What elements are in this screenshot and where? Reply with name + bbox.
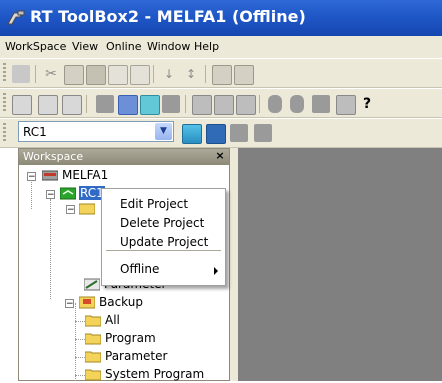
collapse-icon[interactable]: − [46,190,55,200]
standard-toolbar: ✂ ↓ ↕ [0,58,442,88]
menu-item-offline[interactable]: Offline [120,262,159,276]
panel-splitter[interactable] [230,148,238,381]
document-edit-icon[interactable] [234,65,254,85]
menu-item-update-project[interactable]: Update Project [120,235,208,249]
new-program-icon[interactable] [12,95,32,115]
tree-line [75,303,77,381]
online-icon[interactable] [206,124,226,144]
menu-workspace[interactable]: WorkSpace [5,40,66,53]
toolbar-grip[interactable] [3,63,6,83]
refresh-icon[interactable] [182,124,202,144]
menu-separator [106,250,221,251]
robot-controller-icon [60,187,76,200]
connect-icon[interactable] [230,124,248,142]
tree-label-backup-parameter: Parameter [105,349,168,363]
edit-program-icon[interactable] [38,95,58,115]
toolbar-separator [86,95,87,113]
operation-icon[interactable] [162,95,180,113]
disconnect-icon[interactable] [254,124,272,142]
menu-help[interactable]: Help [194,40,219,53]
close-icon[interactable]: × [213,149,227,164]
folder-icon [85,333,101,345]
toolbar-grip[interactable] [3,123,6,143]
tree-node-workspace[interactable]: − MELFA1 [25,168,215,184]
monitor-icon[interactable] [118,95,138,115]
page-icon[interactable] [108,65,128,85]
signal-monitor-icon[interactable] [140,95,160,115]
toolbar-separator [153,65,154,83]
workspace-header: Workspace × [19,149,229,165]
toolbar-grip[interactable] [3,93,6,113]
folder-icon [85,369,101,381]
collapse-icon[interactable]: − [27,172,36,182]
tree-node-robot[interactable]: − RC1 [41,186,105,202]
help-icon[interactable]: ? [358,95,376,113]
parameter-icon [84,278,100,291]
toolbar-separator [205,65,206,83]
menu-online[interactable]: Online [106,40,141,53]
tree-line [75,321,85,323]
submenu-arrow-icon [214,267,218,275]
chevron-down-icon[interactable]: ▼ [155,123,172,140]
collapse-icon[interactable]: − [66,205,75,215]
tree-line [75,339,85,341]
paste-icon[interactable] [86,65,106,85]
sort-ascending-icon[interactable]: ↓ [160,65,178,83]
tree-label-workspace: MELFA1 [62,168,109,182]
save-icon[interactable] [12,65,30,83]
tree-node-backup-parameter[interactable]: Parameter [85,349,205,365]
toolbar-separator [35,65,36,83]
tree-label-backup: Backup [99,295,143,309]
tree-line [75,357,85,359]
tree-node-backup-all[interactable]: All [85,313,205,329]
toolbar-separator [259,95,260,113]
toolbar-separator [185,95,186,113]
window-title: RT ToolBox2 - MELFA1 (Offline) [30,7,306,26]
workspace-icon [42,170,58,181]
program-list-icon[interactable] [62,95,82,115]
cascade-icon[interactable] [236,95,256,115]
tree-node-backup[interactable]: − Backup [63,295,183,311]
tile-horizontal-icon[interactable] [192,95,212,115]
menu-item-edit-project[interactable]: Edit Project [120,197,188,211]
image-icon[interactable] [130,65,150,85]
folder-icon [85,315,101,327]
tree-label-backup-program: Program [105,331,156,345]
menu-bar: WorkSpace View Online Window Help [0,36,442,58]
context-menu: Edit Project Delete Project Update Proje… [101,188,226,286]
cut-icon[interactable]: ✂ [42,65,60,83]
backup-icon [79,296,95,309]
collapse-icon[interactable]: − [65,299,74,309]
tree-line [50,199,52,299]
sort-descending-icon[interactable]: ↕ [182,65,200,83]
print-icon[interactable] [336,95,356,115]
document-icon[interactable] [212,65,232,85]
tools-toolbar: ? [0,88,442,118]
copy-icon[interactable] [64,65,84,85]
servo-on-icon[interactable] [268,95,282,113]
mdi-client-area [238,148,442,381]
workspace-title: Workspace [23,150,84,163]
robot-select[interactable]: RC1 ▼ [18,121,174,142]
menu-window[interactable]: Window [147,40,190,53]
tree-line [75,375,85,377]
robot-app-icon [7,10,25,25]
menu-item-delete-project[interactable]: Delete Project [120,216,204,230]
menu-view[interactable]: View [72,40,98,53]
folder-icon [79,203,95,215]
stop-icon[interactable] [312,95,330,113]
tree-label-backup-system-program: System Program [105,367,205,381]
block-icon[interactable] [96,95,114,113]
tree-label-backup-all: All [105,313,120,327]
tree-node-backup-program[interactable]: Program [85,331,205,347]
folder-icon [85,351,101,363]
tile-vertical-icon[interactable] [214,95,234,115]
robot-select-value: RC1 [23,125,47,139]
servo-off-icon[interactable] [290,95,304,113]
title-bar[interactable]: RT ToolBox2 - MELFA1 (Offline) [0,0,442,36]
